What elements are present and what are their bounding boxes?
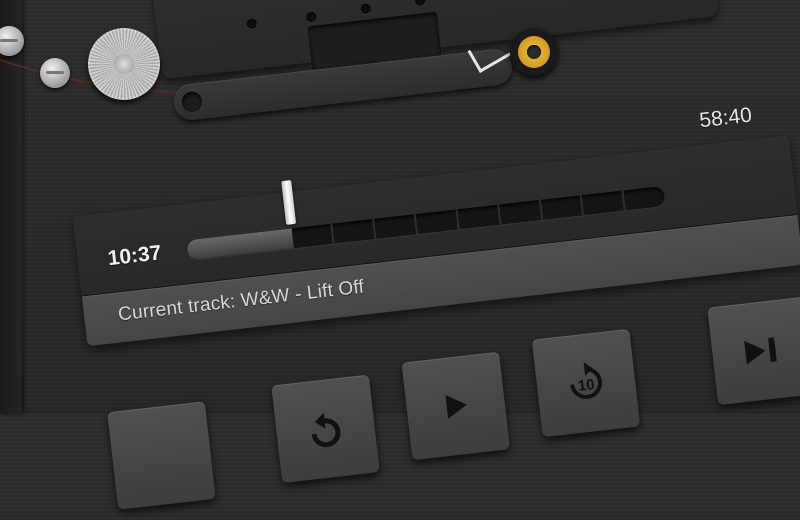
skip-forward-10-button[interactable]: 10 (531, 328, 641, 438)
progress-segment (538, 195, 583, 221)
progress-segment (621, 185, 666, 211)
forward-10-icon: 10 (559, 356, 612, 409)
forward-10-label: 10 (577, 376, 596, 395)
progress-segment (291, 224, 333, 248)
progress-segment (330, 219, 375, 244)
progress-segment (413, 209, 458, 235)
play-icon (439, 389, 472, 422)
next-track-icon (740, 334, 783, 368)
elapsed-time: 10:37 (106, 241, 163, 271)
progress-segment (455, 204, 500, 230)
progress-segment (372, 214, 417, 240)
play-button[interactable] (401, 351, 510, 461)
progress-segment (496, 200, 541, 225)
progress-segment (580, 190, 624, 216)
time-panel: 10:37 58:40 Current track: W&W - Lift Of… (72, 104, 800, 347)
rewind-button[interactable] (107, 401, 216, 510)
replay-button[interactable] (271, 374, 380, 484)
next-track-button[interactable] (707, 296, 800, 406)
progress-fill (186, 228, 294, 261)
replay-icon (301, 404, 350, 453)
tape-player-app: 10:37 58:40 Current track: W&W - Lift Of… (0, 0, 800, 510)
progress-slider-thumb[interactable] (280, 180, 296, 225)
total-time: 58:40 (698, 103, 754, 133)
